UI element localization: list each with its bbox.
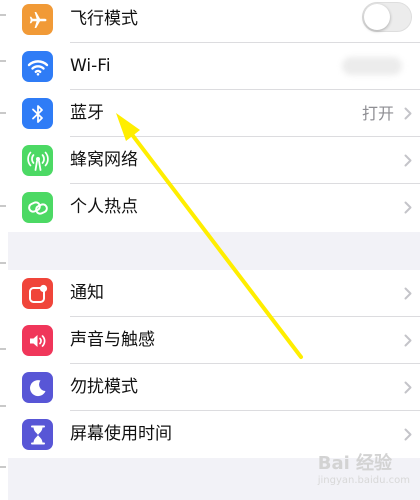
link-icon bbox=[22, 192, 53, 223]
airplane-mode-toggle[interactable] bbox=[362, 2, 412, 32]
notification-icon bbox=[22, 278, 53, 309]
hourglass-icon bbox=[22, 419, 53, 450]
bluetooth-icon bbox=[22, 98, 53, 129]
wifi-row[interactable]: Wi-Fi bbox=[8, 43, 420, 90]
cellular-label: 蜂窝网络 bbox=[70, 150, 138, 170]
bluetooth-status: 打开 bbox=[361, 104, 394, 123]
airplane-mode-label: 飞行模式 bbox=[70, 9, 138, 29]
sounds-label: 声音与触感 bbox=[70, 330, 155, 350]
hotspot-row[interactable]: 个人热点 bbox=[8, 184, 420, 231]
chevron-right-icon bbox=[404, 154, 412, 167]
connectivity-group: 飞行模式 Wi-Fi 蓝牙 打开 蜂窝网络 个人热点 bbox=[8, 0, 420, 232]
dnd-label: 勿扰模式 bbox=[70, 377, 138, 397]
notifications-label: 通知 bbox=[70, 283, 104, 303]
sounds-row[interactable]: 声音与触感 bbox=[8, 317, 420, 364]
chevron-right-icon bbox=[404, 107, 412, 120]
cellular-row[interactable]: 蜂窝网络 bbox=[8, 137, 420, 184]
chevron-right-icon bbox=[404, 201, 412, 214]
moon-icon bbox=[22, 372, 53, 403]
wifi-network-blurred bbox=[342, 57, 402, 75]
airplane-icon bbox=[22, 4, 53, 35]
chevron-right-icon bbox=[404, 287, 412, 300]
left-edge-strip bbox=[0, 0, 8, 500]
wifi-icon bbox=[22, 51, 53, 82]
chevron-right-icon bbox=[404, 428, 412, 441]
toggle-knob bbox=[364, 4, 390, 30]
bluetooth-row[interactable]: 蓝牙 打开 bbox=[8, 90, 420, 137]
watermark-sub: jingyan.baidu.com bbox=[317, 475, 410, 486]
notifications-group: 通知 声音与触感 勿扰模式 屏幕使用时间 bbox=[8, 270, 420, 458]
baidu-watermark: Bai 经验 jingyan.baidu.com bbox=[318, 449, 410, 486]
notifications-row[interactable]: 通知 bbox=[8, 270, 420, 317]
screentime-label: 屏幕使用时间 bbox=[70, 424, 172, 444]
bluetooth-label: 蓝牙 bbox=[70, 103, 104, 123]
antenna-icon bbox=[22, 145, 53, 176]
hotspot-label: 个人热点 bbox=[70, 197, 138, 217]
dnd-row[interactable]: 勿扰模式 bbox=[8, 364, 420, 411]
speaker-icon bbox=[22, 325, 53, 356]
watermark-text: Bai 经验 bbox=[317, 453, 393, 474]
chevron-right-icon bbox=[404, 381, 412, 394]
airplane-mode-row[interactable]: 飞行模式 bbox=[8, 0, 420, 43]
wifi-label: Wi-Fi bbox=[70, 56, 111, 76]
chevron-right-icon bbox=[404, 334, 412, 347]
